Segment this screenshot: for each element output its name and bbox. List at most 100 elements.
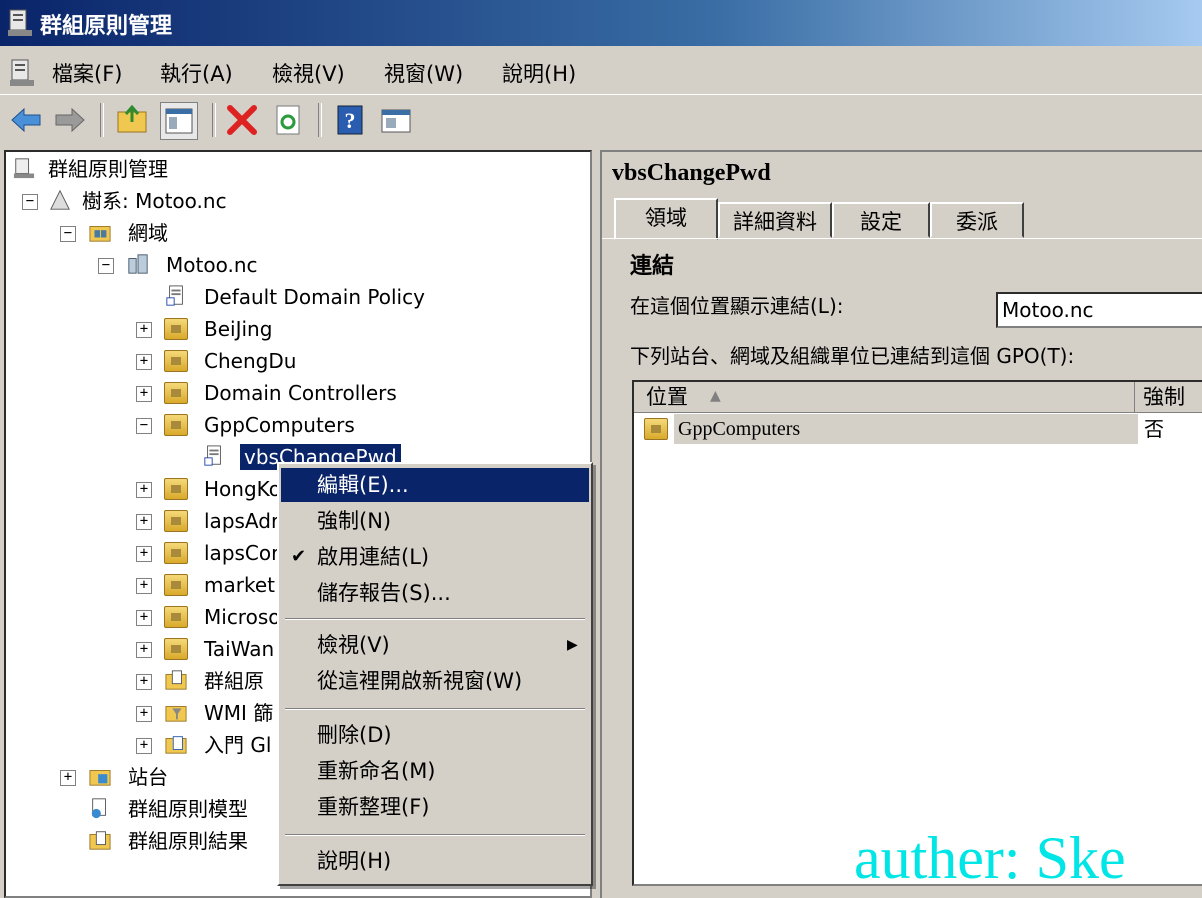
ou-folder-icon <box>164 414 188 436</box>
ou-folder-icon <box>164 574 188 596</box>
menu-view[interactable]: 檢視(V) <box>272 58 345 88</box>
menu-item-label: 儲存報告(S)... <box>317 581 451 605</box>
svg-text:?: ? <box>345 108 356 133</box>
menu-window[interactable]: 視窗(W) <box>384 58 463 88</box>
menu-file[interactable]: 檔案(F) <box>52 58 122 88</box>
tree-node-label: Microso <box>204 605 281 629</box>
menu-item-help[interactable]: 說明(H) <box>281 844 589 878</box>
tree-node-label: 入門 Gl <box>204 733 272 757</box>
section-heading-links: 連結 <box>630 254 675 279</box>
tab-divider <box>602 238 1202 239</box>
tab-delegation[interactable]: 委派 <box>930 202 1024 238</box>
menu-item-new-window[interactable]: 從這裡開啟新視窗(W) <box>281 664 589 698</box>
collapse-toggle[interactable]: − <box>136 418 152 434</box>
tree-node-label: 群組原則結果 <box>128 829 248 853</box>
collapse-toggle[interactable]: − <box>98 258 114 274</box>
menu-item-edit[interactable]: 編輯(E)... <box>281 468 589 502</box>
location-dropdown[interactable]: Motoo.nc <box>996 292 1202 328</box>
expand-toggle[interactable]: + <box>136 386 152 402</box>
expand-toggle[interactable]: + <box>136 514 152 530</box>
help-icon[interactable]: ? <box>332 102 368 138</box>
expand-toggle[interactable]: + <box>136 610 152 626</box>
location-label: 在這個位置顯示連結(L): <box>630 294 844 318</box>
menu-action[interactable]: 執行(A) <box>160 58 233 88</box>
results-icon <box>89 831 111 850</box>
starter-gpo-folder-icon <box>165 736 187 754</box>
tree-node-label: lapsAdr <box>204 509 280 533</box>
menu-item-refresh[interactable]: 重新整理(F) <box>281 790 589 824</box>
tree-node-label: 群組原則模型 <box>128 797 248 821</box>
column-header-enforced[interactable]: 強制 <box>1135 382 1202 413</box>
menu-item-label: 從這裡開啟新視窗(W) <box>317 669 523 693</box>
toolbar-separator <box>212 103 216 137</box>
gpmc-menu-icon[interactable] <box>8 58 36 88</box>
back-arrow-icon[interactable] <box>8 102 44 138</box>
expand-toggle[interactable]: + <box>136 482 152 498</box>
ou-folder-icon <box>164 638 188 660</box>
tree-node-label: GppComputers <box>204 413 355 437</box>
tree-node-label: 群組原 <box>204 669 264 693</box>
modeling-icon <box>91 798 106 819</box>
menu-item-link-enabled[interactable]: ✔ 啟用連結(L) <box>281 540 589 574</box>
sort-ascending-icon: ▲ <box>710 388 721 404</box>
ou-folder-icon <box>164 542 188 564</box>
ou-folder-icon <box>164 510 188 532</box>
expand-toggle[interactable]: + <box>136 706 152 722</box>
refresh-icon[interactable] <box>270 102 306 138</box>
expand-toggle[interactable]: + <box>136 354 152 370</box>
gpo-link-icon <box>204 445 221 466</box>
checkmark-icon: ✔ <box>291 546 307 567</box>
column-header-location[interactable]: 位置 ▲ <box>634 382 1135 413</box>
tab-scope[interactable]: 領域 <box>614 198 718 240</box>
tab-settings[interactable]: 設定 <box>832 202 930 238</box>
ou-folder-icon <box>644 418 668 440</box>
column-header-label: 位置 <box>646 385 688 409</box>
expand-toggle[interactable]: + <box>136 738 152 754</box>
gpo-folder-icon <box>165 670 187 690</box>
watermark-text: auther: Ske <box>854 825 1126 891</box>
row-enforced: 否 <box>1144 417 1164 441</box>
tree-node-label: Domain Controllers <box>204 381 397 405</box>
submenu-arrow-icon: ▶ <box>567 637 578 653</box>
tree-node-label: BeiJing <box>204 317 273 341</box>
title-bar: 群組原則管理 <box>0 0 1202 46</box>
sites-folder-icon <box>89 770 111 786</box>
expand-toggle[interactable]: + <box>136 322 152 338</box>
details-pane: vbsChangePwd 領域 詳細資料 設定 委派 連結 在這個位置顯示連結(… <box>600 150 1202 898</box>
table-row[interactable]: GppComputers 否 <box>634 414 1202 444</box>
menu-item-view[interactable]: 檢視(V) ▶ <box>281 628 589 662</box>
menu-item-save-report[interactable]: 儲存報告(S)... <box>281 576 589 610</box>
collapse-toggle[interactable]: − <box>22 194 38 210</box>
menu-item-enforce[interactable]: 強制(N) <box>281 504 589 538</box>
context-menu: 編輯(E)... 強制(N) ✔ 啟用連結(L) 儲存報告(S)... 檢視(V… <box>277 462 593 886</box>
menu-separator <box>285 834 585 836</box>
menu-item-delete[interactable]: 刪除(D) <box>281 718 589 752</box>
properties-icon[interactable] <box>378 102 414 138</box>
up-folder-icon[interactable] <box>114 102 150 138</box>
forward-arrow-icon[interactable] <box>52 102 88 138</box>
tree-node-label: market <box>204 573 275 597</box>
ou-folder-icon <box>164 318 188 340</box>
tree-node-label: Default Domain Policy <box>204 285 425 309</box>
expand-toggle[interactable]: + <box>136 578 152 594</box>
expand-toggle[interactable]: + <box>136 642 152 658</box>
links-listview: 位置 ▲ 強制 GppComputers 否 <box>632 380 1202 886</box>
menu-help[interactable]: 說明(H) <box>502 58 576 88</box>
tree-node-label: Motoo.nc <box>166 253 258 277</box>
show-hide-tree-icon[interactable] <box>160 102 198 140</box>
tree-node-label: WMI 篩 <box>204 701 274 725</box>
menu-item-rename[interactable]: 重新命名(M) <box>281 754 589 788</box>
expand-toggle[interactable]: + <box>136 546 152 562</box>
tree-node-label: 網域 <box>128 221 168 245</box>
expand-toggle[interactable]: + <box>136 674 152 690</box>
expand-toggle[interactable]: + <box>60 770 76 786</box>
collapse-toggle[interactable]: − <box>60 226 76 242</box>
tree-node-label: 群組原則管理 <box>48 157 168 181</box>
toolbar-separator <box>100 103 104 137</box>
tree-node-label: TaiWan <box>204 637 275 661</box>
tab-details[interactable]: 詳細資料 <box>718 202 832 238</box>
delete-icon[interactable] <box>224 102 260 138</box>
linked-locations-label: 下列站台、網域及組織單位已連結到這個 GPO(T): <box>630 344 1075 368</box>
menu-item-label: 啟用連結(L) <box>317 545 430 569</box>
row-location: GppComputers <box>674 414 1138 444</box>
